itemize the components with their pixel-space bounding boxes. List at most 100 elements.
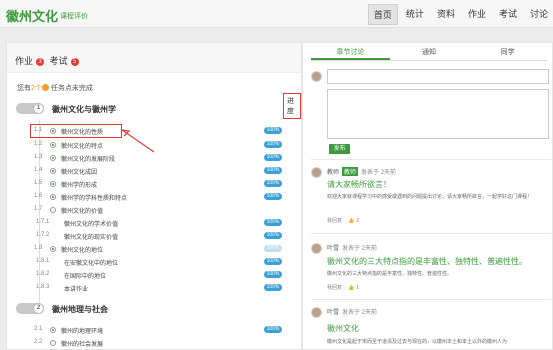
post-author[interactable]: 教师 [327, 170, 339, 176]
divider [311, 299, 551, 300]
status-dot [50, 207, 56, 213]
post-meta: 叶雪 发表于 2天前 [327, 243, 377, 252]
main-nav: 首页 统计 资料 作业 考试 讨论 [365, 4, 553, 25]
nav-home[interactable]: 首页 [367, 4, 398, 25]
section-row[interactable]: 2.1 徽州的地理环境 100% [28, 325, 290, 335]
status-dot [50, 181, 56, 187]
exam-tab[interactable]: 考试 [50, 56, 68, 66]
section-number: 1.8 [34, 245, 43, 251]
section-row[interactable]: 1.8 徽州文化的地位 100% [28, 244, 290, 254]
divider [311, 233, 551, 234]
chapter-number: 1 [33, 103, 44, 114]
homework-tab[interactable]: 作业 [15, 56, 33, 66]
course-evaluation-link[interactable]: 课程评价 [60, 11, 88, 21]
post-button[interactable]: 发布 [329, 144, 350, 154]
section-label: 徽州的地理环境 [61, 329, 104, 335]
section-label: 徽州文化的学术价值 [64, 222, 119, 228]
progress-badge: 100% [264, 245, 282, 252]
like-icon[interactable]: 👍 [348, 285, 354, 291]
section-row[interactable]: 1.8.3 本讲作业 100% [28, 283, 290, 293]
progress-button[interactable]: 进度 [283, 93, 301, 119]
like-count: 2 [356, 218, 360, 224]
status-dot [50, 155, 56, 161]
like-icon[interactable]: 👍 [348, 218, 354, 224]
progress-badge: 100% [264, 154, 282, 161]
task-summary-suffix: 任务点未完成 [50, 85, 93, 92]
annotation-highlight-box [30, 124, 122, 138]
task-point-icon [41, 84, 49, 91]
section-row[interactable]: 1.5 徽州学的形成 100% [28, 179, 290, 189]
task-count: 2个 [31, 85, 42, 92]
post-actions: 我回复 👍 2 [327, 217, 359, 224]
progress-badge: 100% [264, 284, 282, 291]
section-number: 1.7.1 [36, 219, 50, 225]
like-count: 1 [356, 285, 360, 291]
section-number: 1.4 [34, 167, 43, 173]
avatar [311, 167, 322, 178]
section-label: 徽州文化成因 [61, 170, 98, 176]
post-body: 欢迎大家就课程学习中的感受或遇到的问题提出讨论，请大家畅所欲言，一起学好这门课程… [327, 194, 533, 200]
progress-badge: 100% [264, 167, 282, 174]
avatar [311, 307, 322, 318]
section-row[interactable]: 1.4 徽州文化成因 100% [28, 166, 290, 176]
post-author[interactable]: 叶雪 [327, 310, 339, 316]
post-author[interactable]: 叶雪 [327, 246, 339, 252]
section-label: 徽州学的学科性质和特点 [61, 196, 128, 202]
section-row[interactable]: 1.7.1 徽州文化的学术价值 100% [28, 218, 290, 228]
section-number: 1.7 [34, 206, 43, 212]
chapter-title: 徽州文化与徽州学 [52, 105, 116, 114]
section-label: 徽州文化的现实价值 [64, 235, 119, 241]
chapter-1[interactable]: 1 徽州文化与徽州学 [16, 103, 116, 115]
post-time: 发表于 2天前 [342, 310, 378, 316]
post-title[interactable]: 徽州文化的三大特点指的是丰富性、独特性、普遍性性。 [327, 256, 527, 267]
section-label: 徽州的社会发展 [61, 342, 104, 348]
section-number: 1.8.3 [36, 284, 50, 290]
progress-badge: 100% [264, 193, 282, 200]
section-row[interactable]: 1.8.2 在国际中的地位 100% [28, 270, 290, 280]
nav-exam[interactable]: 考试 [494, 4, 522, 25]
nav-stats[interactable]: 统计 [401, 4, 429, 25]
avatar [311, 243, 322, 254]
post-body: 徽州文化是起于宋而至于道清及过去与现在的，以徽州本土和本土以外的徽州人为 [327, 339, 508, 345]
topic-content-input[interactable] [327, 89, 549, 139]
section-row[interactable]: 1.8.1 在安徽文化中的地位 100% [28, 257, 290, 267]
nav-discussion[interactable]: 讨论 [525, 4, 553, 25]
chapter-toggle[interactable]: 1 [16, 103, 44, 114]
annotation-arrow-icon [121, 129, 155, 153]
section-row[interactable]: 1.6 徽州学的学科性质和特点 100% [28, 192, 290, 202]
section-label: 徽州文化的特点 [61, 144, 104, 150]
chapter-toggle[interactable]: 2 [16, 303, 44, 314]
progress-badge: 100% [264, 326, 282, 333]
status-dot [50, 194, 56, 200]
tab-notice[interactable]: 通知 [390, 47, 469, 60]
role-badge: 教师 [342, 167, 359, 176]
top-bar: 徽州文化 课程评价 首页 统计 资料 作业 考试 讨论 [0, 0, 553, 28]
homework-count-badge: 3 [36, 58, 45, 66]
nav-homework[interactable]: 作业 [463, 4, 491, 25]
section-number: 1.8.2 [36, 271, 50, 277]
section-label: 本讲作业 [64, 287, 89, 293]
post-meta: 教师 教师 发表于 2天前 [327, 167, 396, 176]
progress-badge: 100% [264, 141, 282, 148]
section-number: 1.2 [34, 141, 43, 147]
post-title[interactable]: 徽州文化 [327, 323, 359, 334]
course-logo[interactable]: 徽州文化 [6, 6, 58, 25]
section-row[interactable]: 2.2 徽州的社会发展 [28, 338, 290, 348]
tab-classmates[interactable]: 同学 [468, 47, 547, 60]
post-meta: 叶雪 发表于 2天前 [327, 307, 377, 316]
post-title[interactable]: 请大家畅所欲言！ [327, 179, 391, 190]
section-row[interactable]: 1.7.2 徽州文化的现实价值 100% [28, 231, 290, 241]
post-actions: 我回复 👍 1 [327, 284, 359, 291]
section-number: 1.8.1 [36, 258, 50, 264]
topic-title-input[interactable] [327, 69, 549, 84]
task-summary: 您有2个 任务点未完成 [17, 83, 93, 93]
reply-link[interactable]: 我回复 [327, 285, 342, 291]
tab-chapter-discussion[interactable]: 章节讨论 [311, 47, 390, 60]
discussion-tabs: 章节讨论 通知 同学 [311, 47, 547, 61]
chapter-2[interactable]: 2 徽州地理与社会 [16, 303, 108, 315]
section-label: 徽州学的形成 [61, 183, 98, 189]
post-body: 徽州文化的三大特点指的是丰富性、独特性、普遍性性。 [327, 271, 453, 277]
section-row[interactable]: 1.7 徽州文化的价值 [28, 205, 290, 215]
nav-materials[interactable]: 资料 [432, 4, 460, 25]
reply-link[interactable]: 我回复 [327, 218, 342, 224]
